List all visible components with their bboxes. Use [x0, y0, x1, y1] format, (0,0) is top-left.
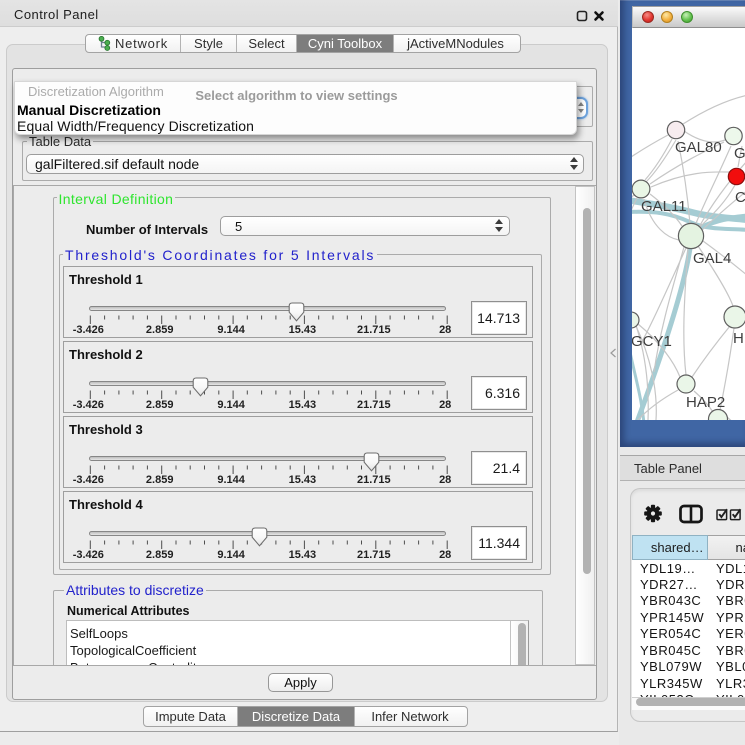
svg-text:GA: GA [734, 145, 745, 162]
svg-text:HI: HI [733, 330, 745, 347]
svg-text:GAL11: GAL11 [641, 198, 687, 215]
svg-text:HAP2: HAP2 [686, 394, 725, 411]
svg-text:GAL4: GAL4 [693, 250, 731, 267]
svg-text:GAL80: GAL80 [675, 139, 722, 156]
svg-text:GCY1: GCY1 [632, 333, 672, 350]
svg-text:C: C [735, 189, 745, 206]
